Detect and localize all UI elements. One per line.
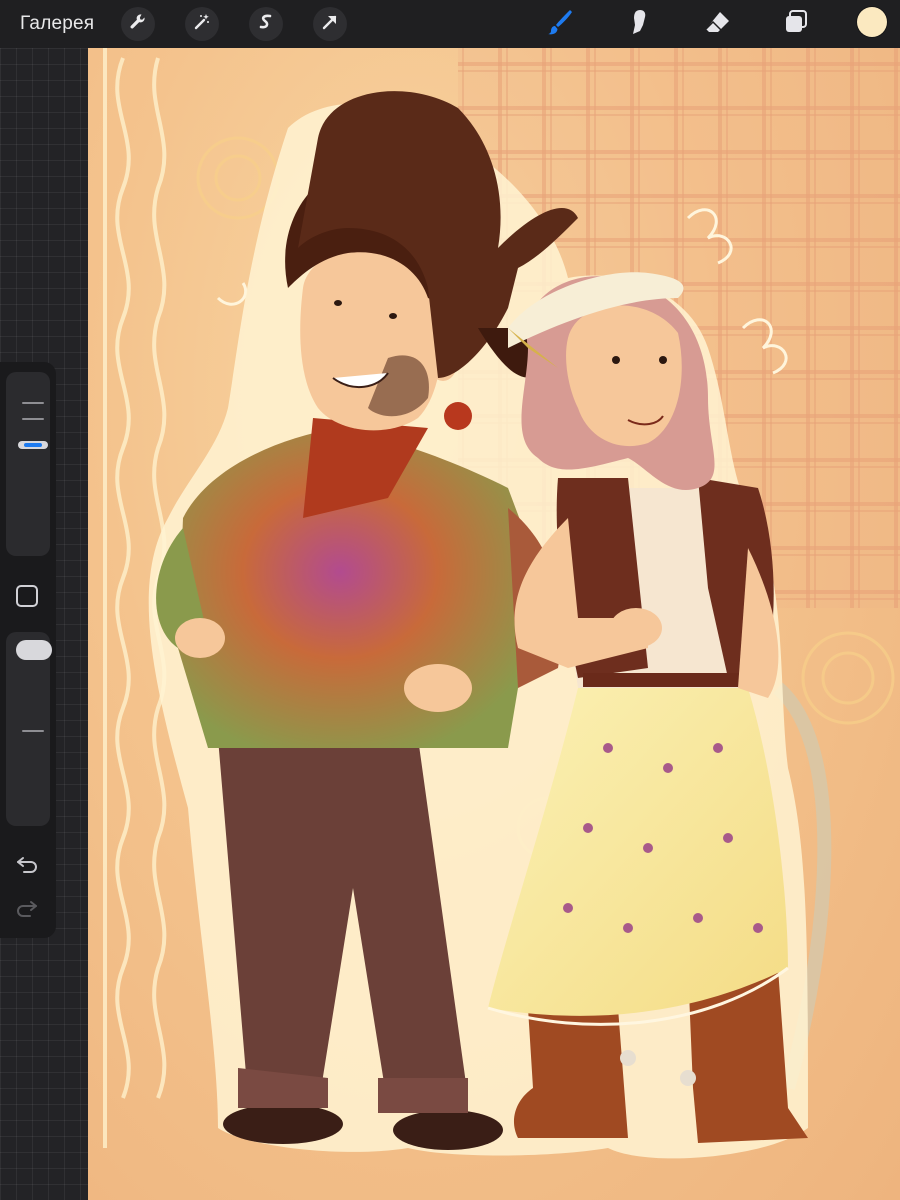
sidebar <box>0 362 56 938</box>
eraser-icon <box>703 7 733 42</box>
eraser-tool-button[interactable] <box>700 6 736 42</box>
undo-arrow-icon <box>14 857 40 880</box>
brush-size-indicator <box>24 443 42 447</box>
redo-arrow-icon <box>14 901 40 924</box>
top-toolbar: Галерея <box>0 0 900 48</box>
layers-icon <box>781 7 811 42</box>
opacity-slider[interactable] <box>6 632 52 826</box>
slider-tick <box>22 730 44 732</box>
modify-button[interactable] <box>16 585 38 607</box>
undo-button[interactable] <box>14 850 40 876</box>
smudge-tool-button[interactable] <box>619 6 655 42</box>
selection-button[interactable] <box>249 7 283 41</box>
color-picker-button[interactable] <box>857 7 887 37</box>
transform-button[interactable] <box>313 7 347 41</box>
arrow-cursor-icon <box>320 12 340 37</box>
wrench-icon <box>128 12 148 37</box>
magic-wand-icon <box>192 12 212 37</box>
brush-icon <box>545 7 575 42</box>
drawing-canvas[interactable] <box>88 48 900 1200</box>
opacity-thumb[interactable] <box>16 640 52 660</box>
slider-tick <box>22 402 44 404</box>
smudge-finger-icon <box>622 7 652 42</box>
brush-size-slider[interactable] <box>6 372 50 556</box>
brush-size-thumb[interactable] <box>18 441 48 449</box>
adjustments-button[interactable] <box>185 7 219 41</box>
artwork-illustration <box>103 48 900 1159</box>
brush-tool-button[interactable] <box>542 6 578 42</box>
actions-button[interactable] <box>121 7 155 41</box>
redo-button[interactable] <box>14 894 40 920</box>
selection-s-icon <box>256 12 276 37</box>
slider-tick <box>22 418 44 420</box>
layers-button[interactable] <box>778 6 814 42</box>
gallery-button[interactable]: Галерея <box>20 13 94 35</box>
